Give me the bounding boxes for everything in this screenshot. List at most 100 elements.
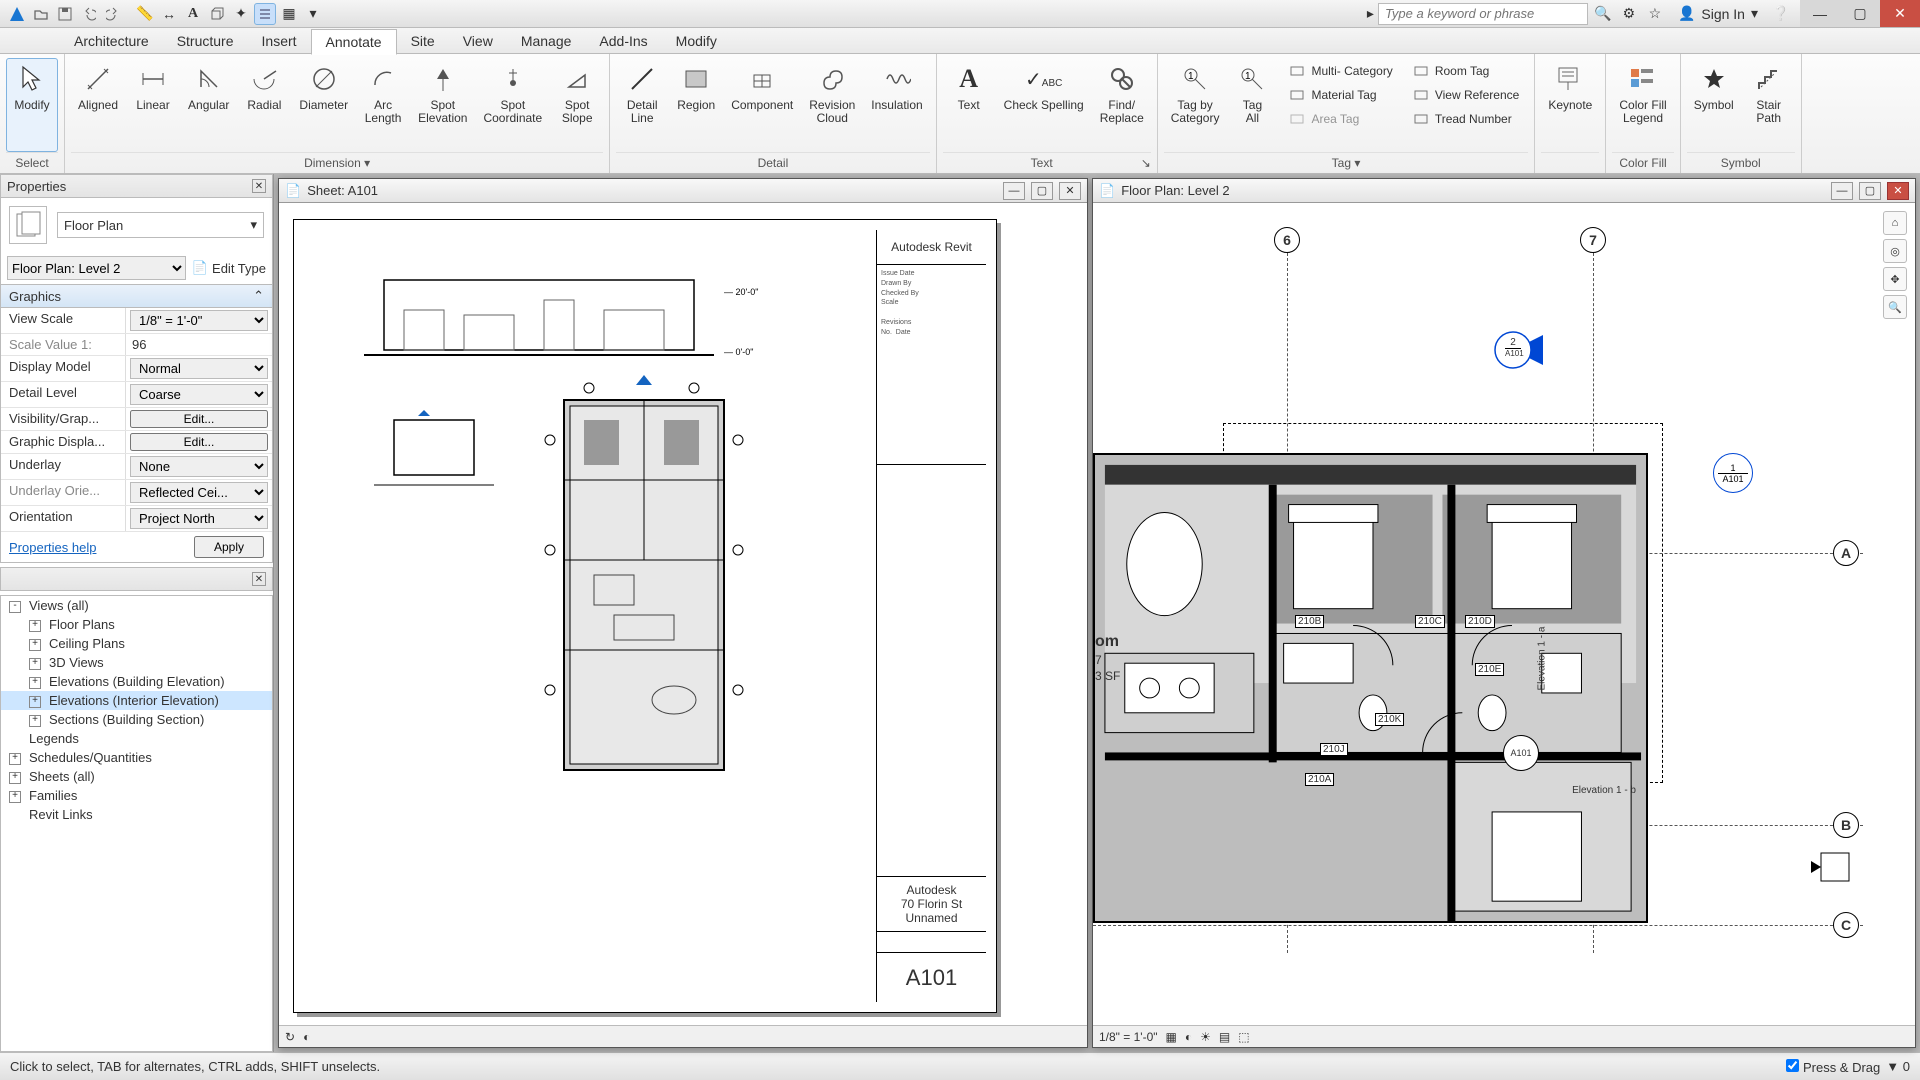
tab-modify[interactable]: Modify [662,28,731,54]
switch-windows-icon[interactable]: ▾ [302,3,324,25]
detail-tag[interactable]: A101 [1503,735,1539,771]
open-icon[interactable] [30,3,52,25]
window-close-icon[interactable]: ✕ [1880,0,1920,27]
stair-path-tool[interactable]: Stair Path [1743,58,1795,152]
area-tag-tool[interactable]: Area Tag [1284,108,1397,130]
modify-tool[interactable]: Modify [6,58,58,152]
check-spelling-tool[interactable]: ✓ABCCheck Spelling [997,58,1091,152]
spot-elevation-tool[interactable]: Spot Elevation [411,58,474,152]
multi--category-tool[interactable]: Multi- Category [1284,60,1397,82]
window-maximize-icon[interactable]: ▢ [1859,182,1881,200]
tab-manage[interactable]: Manage [507,28,586,54]
tree-item[interactable]: 3D Views [1,653,272,672]
insulation-tool[interactable]: Insulation [864,58,929,152]
align-icon[interactable]: ↔ [158,3,180,25]
navigation-bar[interactable]: ⌂ ◎ ✥ 🔍 [1883,211,1907,319]
project-browser[interactable]: Views (all)Floor PlansCeiling Plans3D Vi… [0,595,273,1052]
prop-value[interactable]: 1/8" = 1'-0" [130,310,268,331]
close-panel-icon[interactable]: ✕ [252,179,266,193]
material-tag-tool[interactable]: Material Tag [1284,84,1397,106]
tree-item[interactable]: Views (all) [1,596,272,615]
tab-add-ins[interactable]: Add-Ins [585,28,661,54]
sun-path-icon[interactable]: ☀ [1200,1030,1211,1044]
search-binoculars-icon[interactable]: 🔍 [1592,3,1614,25]
grid-bubble[interactable]: B [1833,812,1859,838]
door-tag[interactable]: 210A [1305,773,1334,786]
aligned-tool[interactable]: Aligned [71,58,125,152]
properties-section-header[interactable]: Graphics⌃ [1,284,272,308]
scale-display[interactable]: 1/8" = 1'-0" [1099,1030,1158,1044]
door-tag[interactable]: 210D [1465,615,1495,628]
prop-edit-button[interactable]: Edit... [130,410,268,428]
grid-bubble[interactable]: 7 [1580,227,1606,253]
tree-item[interactable]: Ceiling Plans [1,634,272,653]
symbol-tool[interactable]: Symbol [1687,58,1741,152]
communicate-icon[interactable]: ⚙ [1618,3,1640,25]
tree-item[interactable]: Sheets (all) [1,767,272,786]
search-input[interactable] [1378,3,1588,25]
save-icon[interactable] [54,3,76,25]
keynote-tool[interactable]: Keynote [1541,58,1599,152]
close-panel-icon[interactable]: ✕ [252,572,266,586]
section-head[interactable]: 2 A101 [1493,325,1553,375]
room-tag-tool[interactable]: Room Tag [1408,60,1525,82]
prop-value[interactable]: Normal [130,358,268,379]
wheel-icon[interactable]: ◎ [1883,239,1907,263]
doc-window-header[interactable]: 📄 Sheet: A101 — ▢ ✕ [279,179,1087,203]
tree-item[interactable]: Elevations (Building Elevation) [1,672,272,691]
tree-item[interactable]: Families [1,786,272,805]
pan-icon[interactable]: ✥ [1883,267,1907,291]
region-tool[interactable]: Region [670,58,722,152]
angular-tool[interactable]: Angular [181,58,236,152]
tag-all-tool[interactable]: 1Tag All [1226,58,1278,152]
tread-number-tool[interactable]: Tread Number [1408,108,1525,130]
signin-button[interactable]: Sign In [1701,6,1745,22]
window-minimize-icon[interactable]: — [1800,0,1840,27]
colorfill-tool[interactable]: Color Fill Legend [1612,58,1673,152]
door-tag[interactable]: 210E [1475,663,1504,676]
diameter-tool[interactable]: Diameter [292,58,355,152]
tree-item[interactable]: Floor Plans [1,615,272,634]
scale-display[interactable]: ↻ [285,1030,295,1044]
help-icon[interactable]: ❔ [1770,3,1792,25]
spot-slope-tool[interactable]: Spot Slope [551,58,603,152]
find-replace-tool[interactable]: Find/ Replace [1093,58,1151,152]
crop-icon[interactable]: ⬚ [1238,1030,1249,1044]
tree-item[interactable]: Elevations (Interior Elevation) [1,691,272,710]
tab-structure[interactable]: Structure [163,28,248,54]
grid-bubble[interactable]: 6 [1274,227,1300,253]
spot-coordinate-tool[interactable]: Spot Coordinate [476,58,549,152]
tab-architecture[interactable]: Architecture [60,28,163,54]
window-maximize-icon[interactable]: ▢ [1031,182,1053,200]
undo-icon[interactable] [78,3,100,25]
prop-value[interactable]: Project North [130,508,268,529]
elevation-label[interactable]: Elevation 1 - a [1537,627,1548,691]
prop-value[interactable]: None [130,456,268,477]
sheet-canvas[interactable]: Autodesk Revit Issue DateDrawn ByChecked… [279,203,1087,1047]
prop-value[interactable]: Coarse [130,384,268,405]
home-icon[interactable]: ⌂ [1883,211,1907,235]
elevation-label[interactable]: Elevation 1 - b [1572,785,1636,796]
press-drag-toggle[interactable]: Press & Drag [1786,1059,1880,1075]
close-views-icon[interactable]: ▦ [278,3,300,25]
view-reference-tool[interactable]: View Reference [1408,84,1525,106]
tab-insert[interactable]: Insert [248,28,311,54]
window-close-icon[interactable]: ✕ [1887,182,1909,200]
window-minimize-icon[interactable]: — [1003,182,1025,200]
prop-edit-button[interactable]: Edit... [130,433,268,451]
zoom-icon[interactable]: 🔍 [1883,295,1907,319]
door-tag[interactable]: 210C [1415,615,1445,628]
shadows-icon[interactable]: ▤ [1219,1030,1230,1044]
window-minimize-icon[interactable]: — [1831,182,1853,200]
tree-item[interactable]: Sections (Building Section) [1,710,272,729]
type-selector[interactable]: Floor Plan▾ [57,212,264,238]
component-tool[interactable]: Component [724,58,800,152]
section-icon[interactable]: ✦ [230,3,252,25]
plan-canvas[interactable]: ⌂ ◎ ✥ 🔍 6 7 A B C [1093,203,1915,1047]
tree-item[interactable]: Revit Links [1,805,272,824]
app-logo[interactable] [6,3,28,25]
properties-help-link[interactable]: Properties help [9,540,96,555]
edit-type-button[interactable]: 📄 Edit Type [192,260,266,276]
filter-icon[interactable]: ▼ 0 [1886,1059,1910,1074]
arc-length-tool[interactable]: Arc Length [357,58,409,152]
